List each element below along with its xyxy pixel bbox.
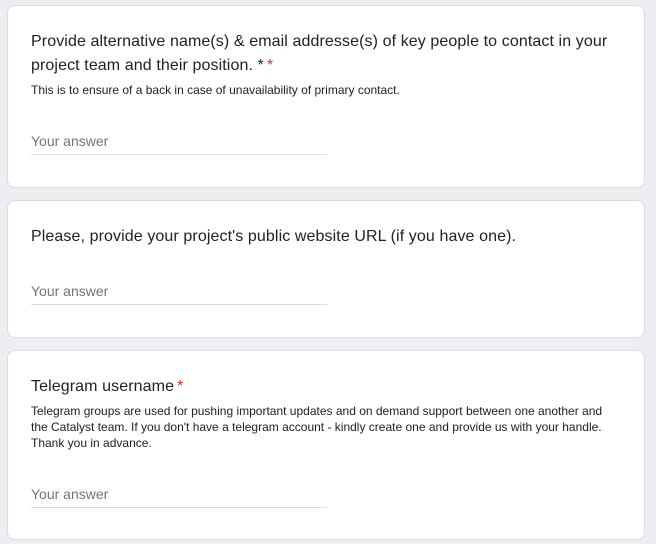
question-description: This is to ensure of a back in case of u… [31,83,400,97]
answer-input-website-url[interactable] [31,277,327,305]
answer-input-telegram-username[interactable] [31,480,327,508]
required-asterisk: * [177,378,184,395]
question-card-website-url: Please, provide your project's public we… [7,200,645,338]
question-card-alt-contacts: Provide alternative name(s) & email addr… [7,5,645,188]
answer-input-alt-contacts[interactable] [31,127,327,155]
question-card-telegram-username: Telegram username * Telegram groups are u… [7,350,645,540]
question-description: Telegram groups are used for pushing imp… [31,404,603,450]
question-title: Telegram username * [31,375,624,399]
question-title: Provide alternative name(s) & email addr… [31,30,624,78]
question-title-text: Provide alternative name(s) & email addr… [31,33,608,74]
question-title-text: Please, provide your project's public we… [31,228,517,245]
question-title: Please, provide your project's public we… [31,225,624,249]
required-asterisk: * [266,57,274,74]
question-title-text: Telegram username [31,378,175,395]
